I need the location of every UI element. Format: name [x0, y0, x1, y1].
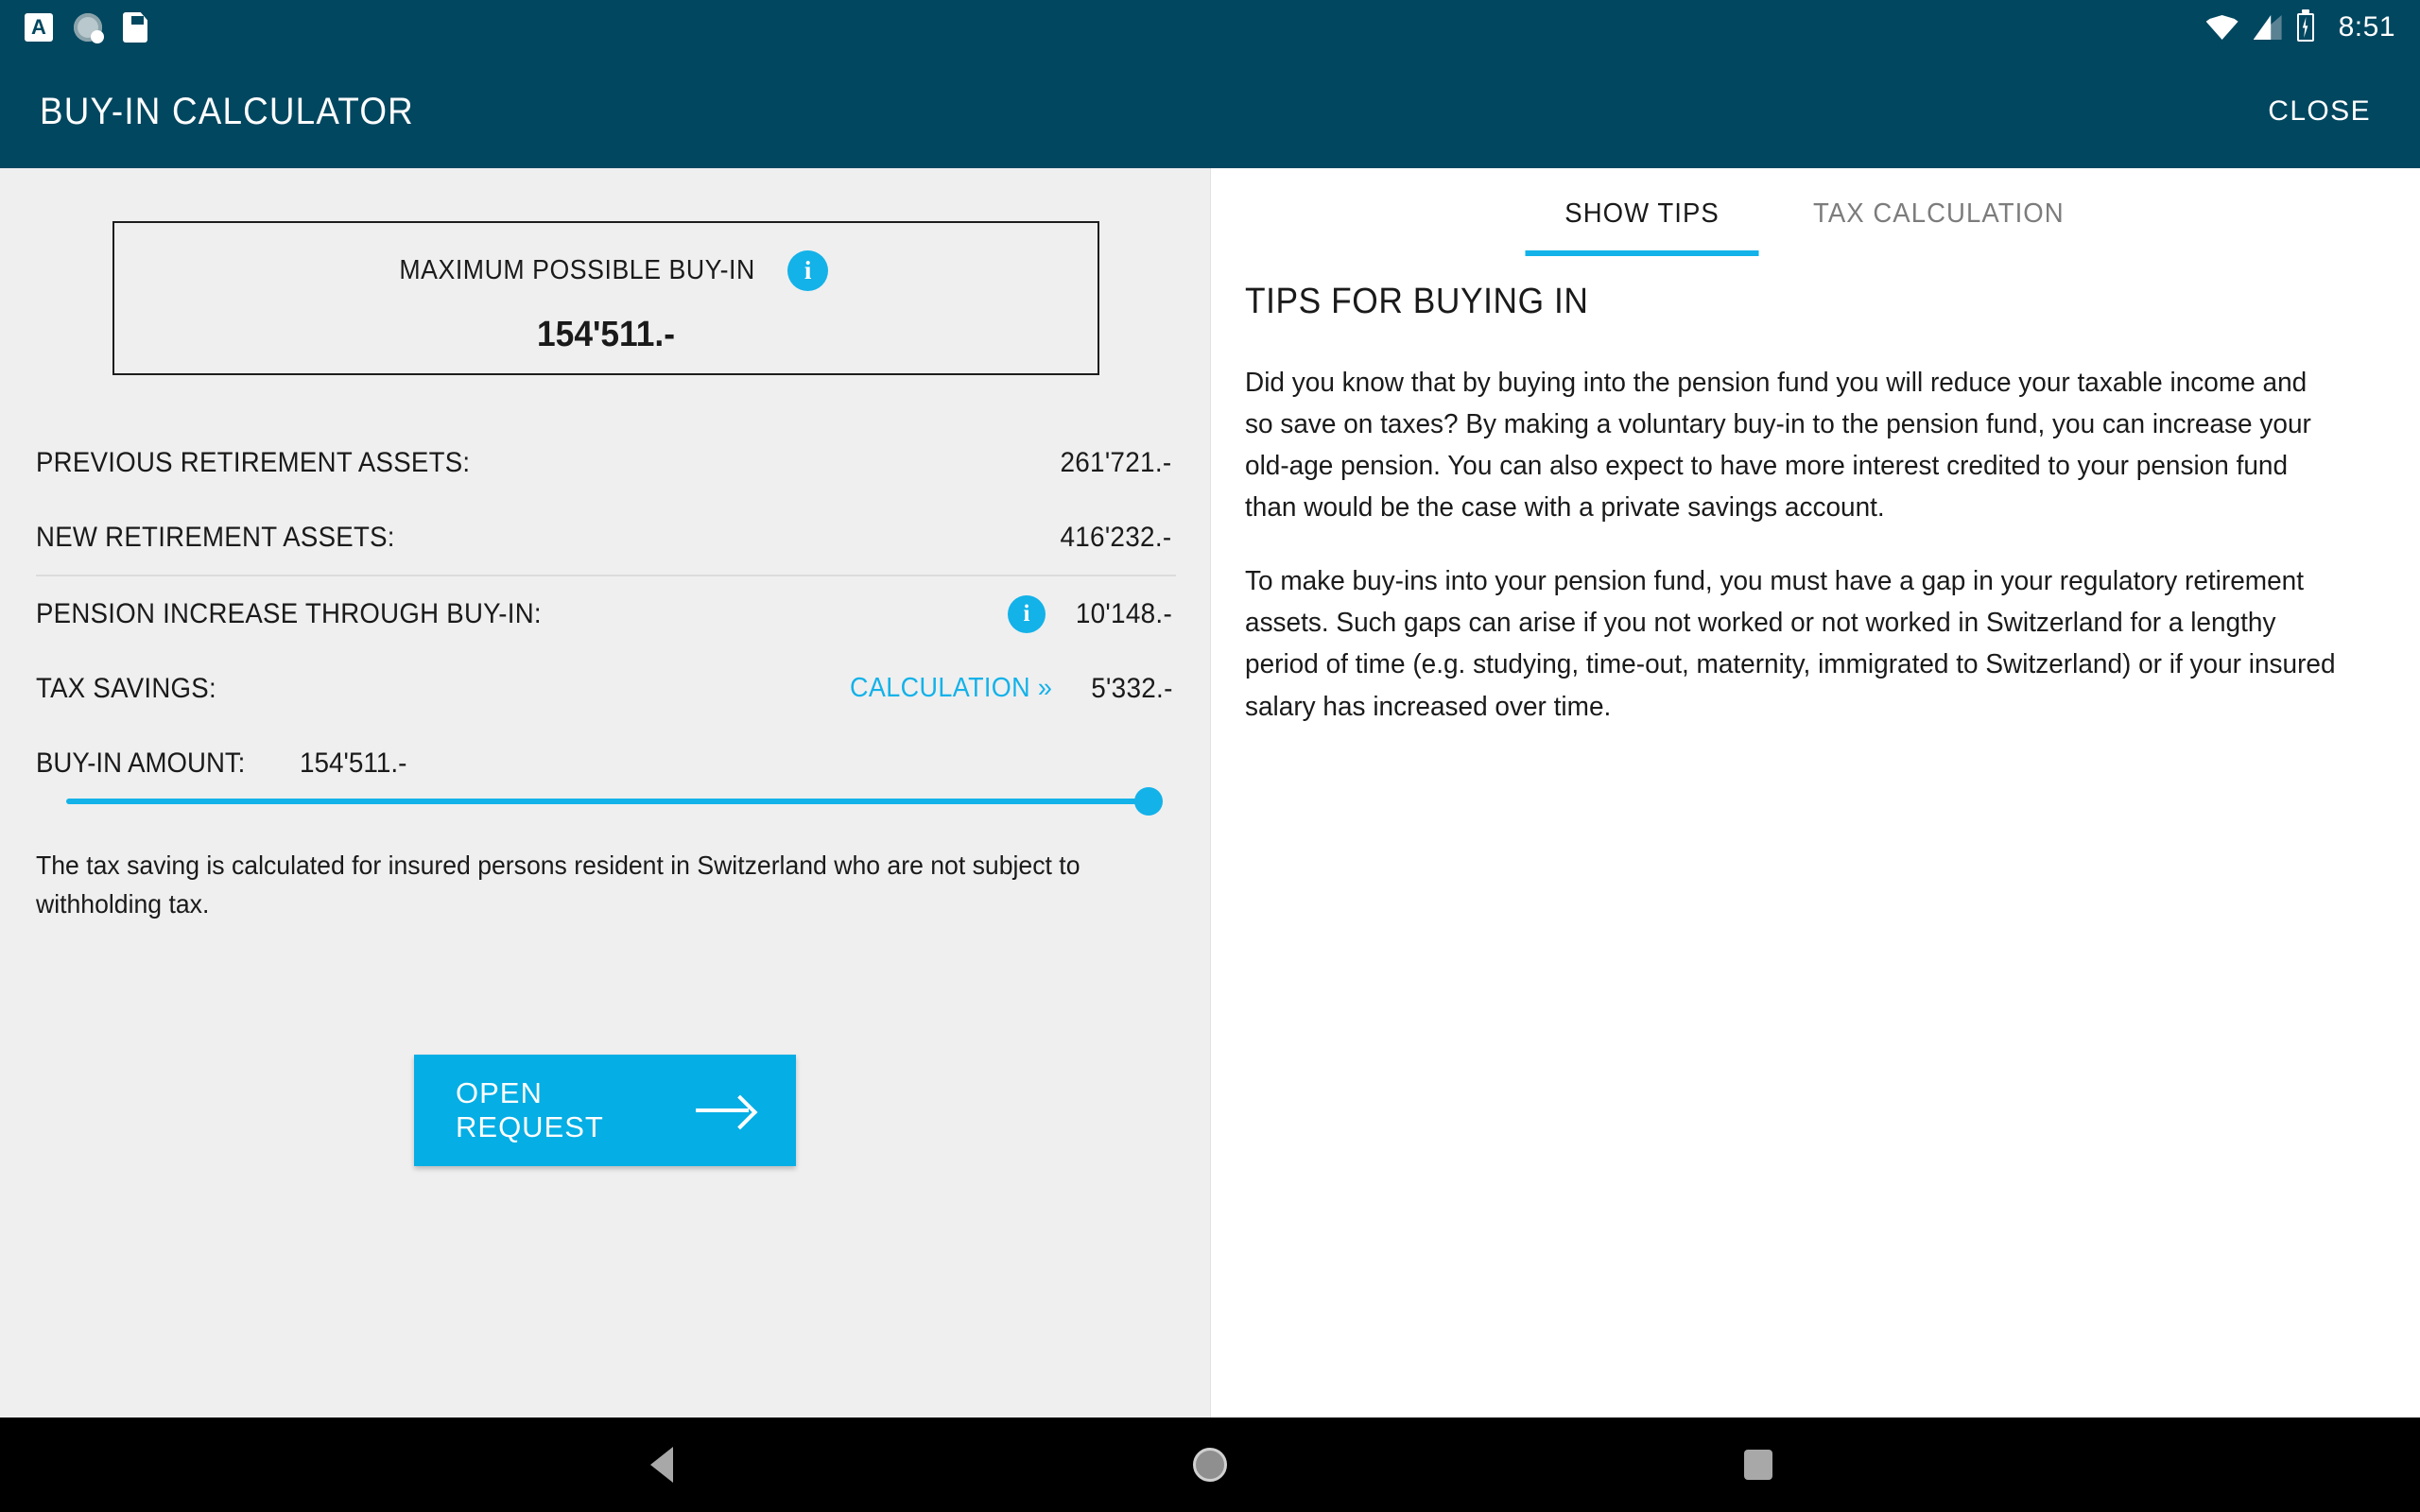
- buyin-amount-slider[interactable]: [66, 782, 1163, 820]
- row-value: 5'332.-: [1091, 672, 1173, 704]
- row-label: PENSION INCREASE THROUGH BUY-IN:: [36, 597, 542, 629]
- tips-paragraph: Did you know that by buying into the pen…: [1245, 368, 2311, 524]
- status-bar-clock: 8:51: [2338, 11, 2395, 43]
- wifi-icon: [2205, 15, 2238, 40]
- recents-icon: [1744, 1450, 1772, 1480]
- arrow-right-icon: [696, 1095, 754, 1125]
- page-title: BUY-IN CALCULATOR: [40, 90, 414, 132]
- maximum-buyin-box: MAXIMUM POSSIBLE BUY-IN i 154'511.-: [112, 221, 1099, 375]
- slider-thumb[interactable]: [1134, 787, 1163, 816]
- slider-track[interactable]: [66, 799, 1142, 804]
- tips-panel: SHOW TIPS TAX CALCULATION TIPS FOR BUYIN…: [1211, 168, 2420, 1418]
- calculation-link[interactable]: CALCULATION »: [850, 673, 1052, 704]
- tips-heading: TIPS FOR BUYING IN: [1245, 282, 1589, 321]
- tax-disclaimer-line2: withholding tax.: [36, 888, 210, 919]
- sd-card-icon: [123, 12, 147, 43]
- info-icon[interactable]: i: [1008, 594, 1046, 633]
- maximum-buyin-header: MAXIMUM POSSIBLE BUY-IN i: [114, 250, 1098, 291]
- open-request-button[interactable]: OPEN REQUEST: [414, 1055, 796, 1166]
- tax-disclaimer: The tax saving is calculated for insured…: [36, 847, 1151, 923]
- home-button[interactable]: [1078, 1418, 1342, 1512]
- battery-charging-icon: [2296, 13, 2314, 42]
- status-bar-right-icons: 8:51: [2205, 11, 2395, 43]
- tab-bar: SHOW TIPS TAX CALCULATION: [1211, 168, 2420, 266]
- open-request-label: OPEN REQUEST: [456, 1076, 604, 1143]
- ime-keyboard-icon: A: [25, 13, 53, 42]
- row-label: NEW RETIREMENT ASSETS:: [36, 521, 395, 553]
- device-screen: A 8:51 BUY-IN CALCULATOR CLOSE MAXIMUM P…: [0, 0, 2420, 1512]
- status-bar: A 8:51: [0, 0, 2420, 55]
- recents-button[interactable]: [1626, 1418, 1891, 1512]
- signal-icon: [2253, 15, 2282, 40]
- status-bar-left-icons: A: [25, 12, 147, 43]
- row-pension-increase: PENSION INCREASE THROUGH BUY-IN: i 10'14…: [36, 576, 1176, 651]
- calculator-panel: MAXIMUM POSSIBLE BUY-IN i 154'511.- PREV…: [0, 168, 1211, 1418]
- tab-show-tips[interactable]: SHOW TIPS: [1525, 189, 1759, 256]
- close-button[interactable]: CLOSE: [2258, 84, 2380, 139]
- back-button[interactable]: [529, 1418, 794, 1512]
- row-value: 10'148.-: [1075, 597, 1173, 629]
- row-value: 416'232.-: [1060, 521, 1172, 553]
- buyin-amount-label: BUY-IN AMOUNT:: [36, 747, 246, 779]
- maximum-buyin-label: MAXIMUM POSSIBLE BUY-IN: [399, 255, 755, 285]
- row-label: PREVIOUS RETIREMENT ASSETS:: [36, 446, 471, 478]
- android-navigation-bar: [0, 1418, 2420, 1512]
- row-value: 261'721.-: [1060, 446, 1172, 478]
- row-new-retirement-assets: NEW RETIREMENT ASSETS: 416'232.-: [36, 500, 1176, 575]
- home-icon: [1193, 1448, 1227, 1482]
- tips-paragraph: To make buy-ins into your pension fund, …: [1245, 566, 2336, 722]
- tab-tax-calculation[interactable]: TAX CALCULATION: [1773, 189, 2103, 256]
- row-previous-retirement-assets: PREVIOUS RETIREMENT ASSETS: 261'721.-: [36, 425, 1176, 500]
- row-label: TAX SAVINGS:: [36, 672, 216, 704]
- tax-disclaimer-line1: The tax saving is calculated for insured…: [36, 850, 1080, 880]
- app-bar: BUY-IN CALCULATOR CLOSE: [0, 55, 2420, 168]
- buyin-amount-value: 154'511.-: [299, 747, 407, 779]
- maximum-buyin-value: 154'511.-: [537, 315, 675, 354]
- back-icon: [650, 1447, 673, 1483]
- tips-body: Did you know that by buying into the pen…: [1245, 362, 2379, 760]
- info-icon[interactable]: i: [787, 250, 829, 291]
- sync-icon: [74, 13, 104, 43]
- row-tax-savings: TAX SAVINGS: CALCULATION » 5'332.-: [36, 651, 1176, 726]
- summary-rows: PREVIOUS RETIREMENT ASSETS: 261'721.- NE…: [36, 425, 1176, 800]
- content-area: MAXIMUM POSSIBLE BUY-IN i 154'511.- PREV…: [0, 168, 2420, 1418]
